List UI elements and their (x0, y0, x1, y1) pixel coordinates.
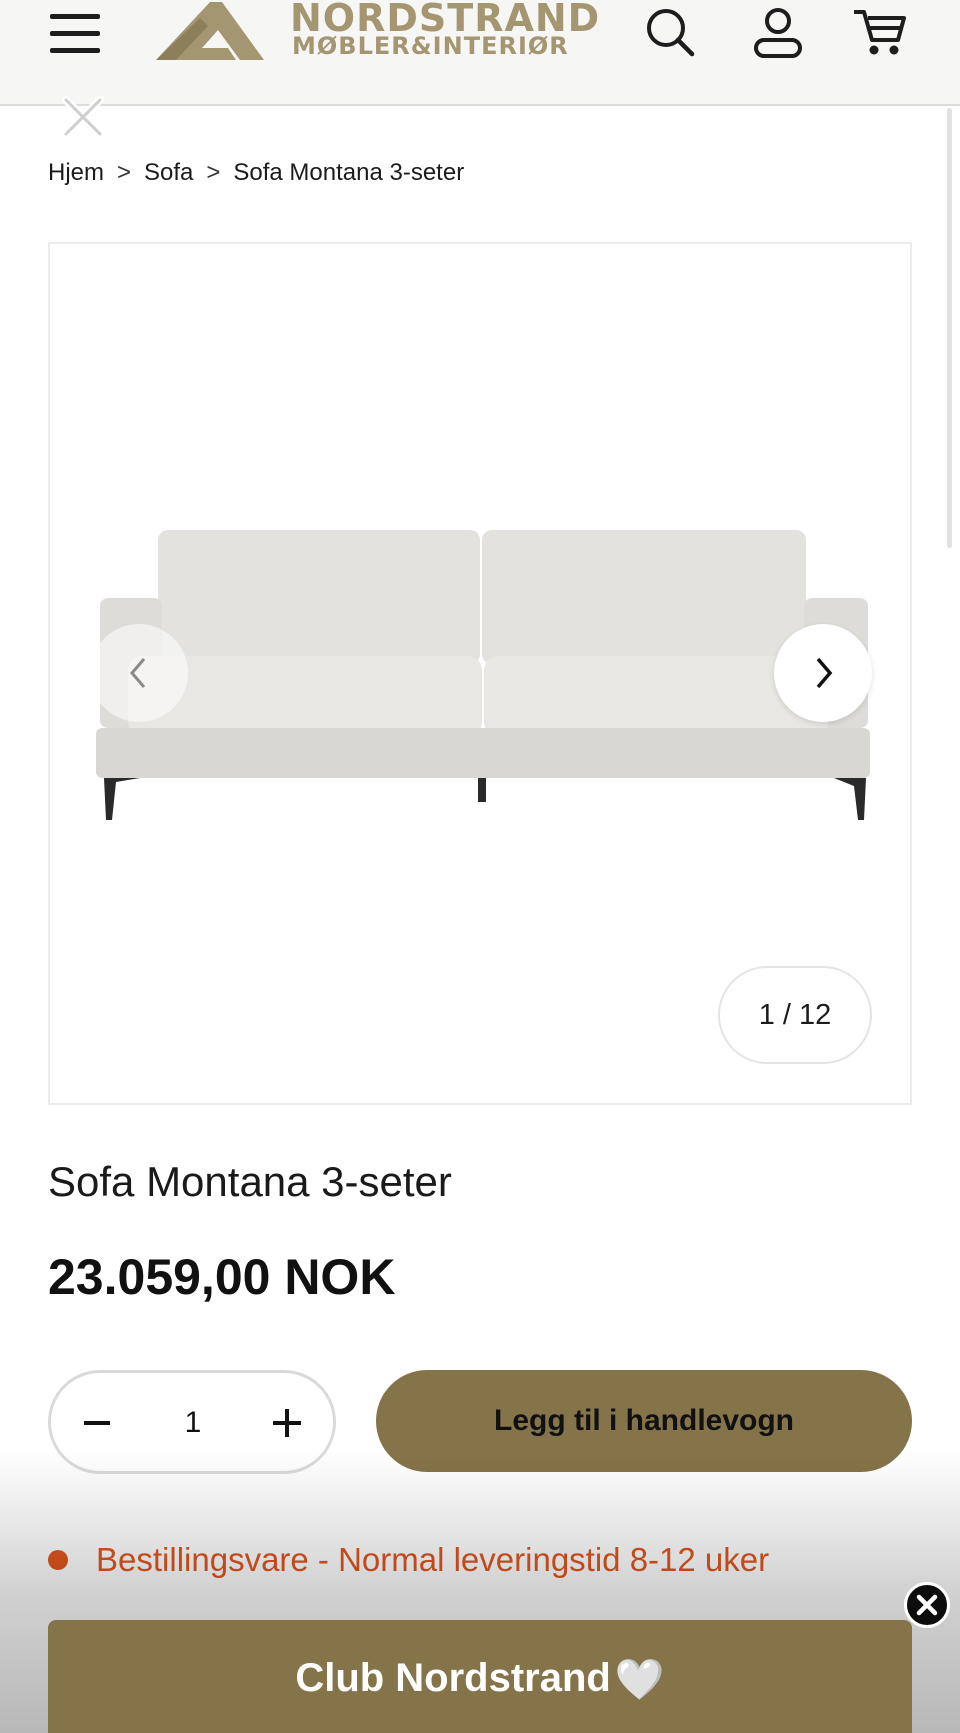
search-icon[interactable] (642, 4, 698, 60)
product-price: 23.059,00 NOK (48, 1249, 396, 1305)
logo-subtitle: MØBLER&INTERIØR (292, 32, 569, 60)
quantity-input[interactable] (151, 1401, 235, 1445)
breadcrumb: Hjem > Sofa > Sofa Montana 3-seter (48, 158, 464, 188)
chevron-right-icon (816, 657, 833, 689)
stock-status-text: Bestillingsvare - Normal leveringstid 8-… (96, 1541, 770, 1578)
breadcrumb-home[interactable]: Hjem (48, 159, 104, 187)
chevron-right-icon: > (117, 159, 132, 186)
quantity-increase-button[interactable] (261, 1397, 313, 1449)
gallery-next-button[interactable] (774, 624, 872, 722)
gallery-prev-button[interactable] (90, 624, 188, 722)
chevron-left-icon (130, 658, 146, 688)
club-nordstrand-button[interactable]: Club Nordstrand 🤍 (48, 1620, 912, 1733)
account-icon[interactable] (750, 4, 806, 60)
minus-icon (84, 1421, 110, 1425)
cart-icon[interactable] (852, 4, 908, 60)
add-to-cart-button[interactable]: Legg til i handlevogn (376, 1370, 912, 1472)
logo-mark-icon (156, 2, 264, 60)
close-icon[interactable] (904, 1582, 950, 1628)
stock-status: Bestillingsvare - Normal leveringstid 8-… (48, 1541, 769, 1579)
breadcrumb-current: Sofa Montana 3-seter (233, 159, 465, 186)
product-title: Sofa Montana 3-seter (48, 1158, 452, 1205)
chevron-right-icon: > (206, 159, 221, 186)
breadcrumb-sofa[interactable]: Sofa (144, 159, 193, 187)
close-icon[interactable] (60, 94, 106, 140)
club-nordstrand-label: Club Nordstrand (295, 1656, 611, 1700)
image-counter: 1 / 12 (718, 966, 872, 1064)
product-gallery[interactable]: 1 / 12 (48, 242, 912, 1105)
product-image (96, 530, 870, 820)
menu-icon[interactable] (50, 10, 102, 58)
quantity-stepper (48, 1370, 336, 1474)
logo[interactable]: NORDSTRAND MØBLER&INTERIØR (156, 0, 622, 64)
plus-icon (273, 1409, 301, 1437)
quantity-decrease-button[interactable] (71, 1397, 123, 1449)
status-dot-icon (48, 1550, 68, 1570)
heart-icon: 🤍 (614, 1658, 665, 1702)
page-scrollbar[interactable] (947, 108, 952, 548)
site-header: NORDSTRAND MØBLER&INTERIØR (0, 0, 960, 106)
